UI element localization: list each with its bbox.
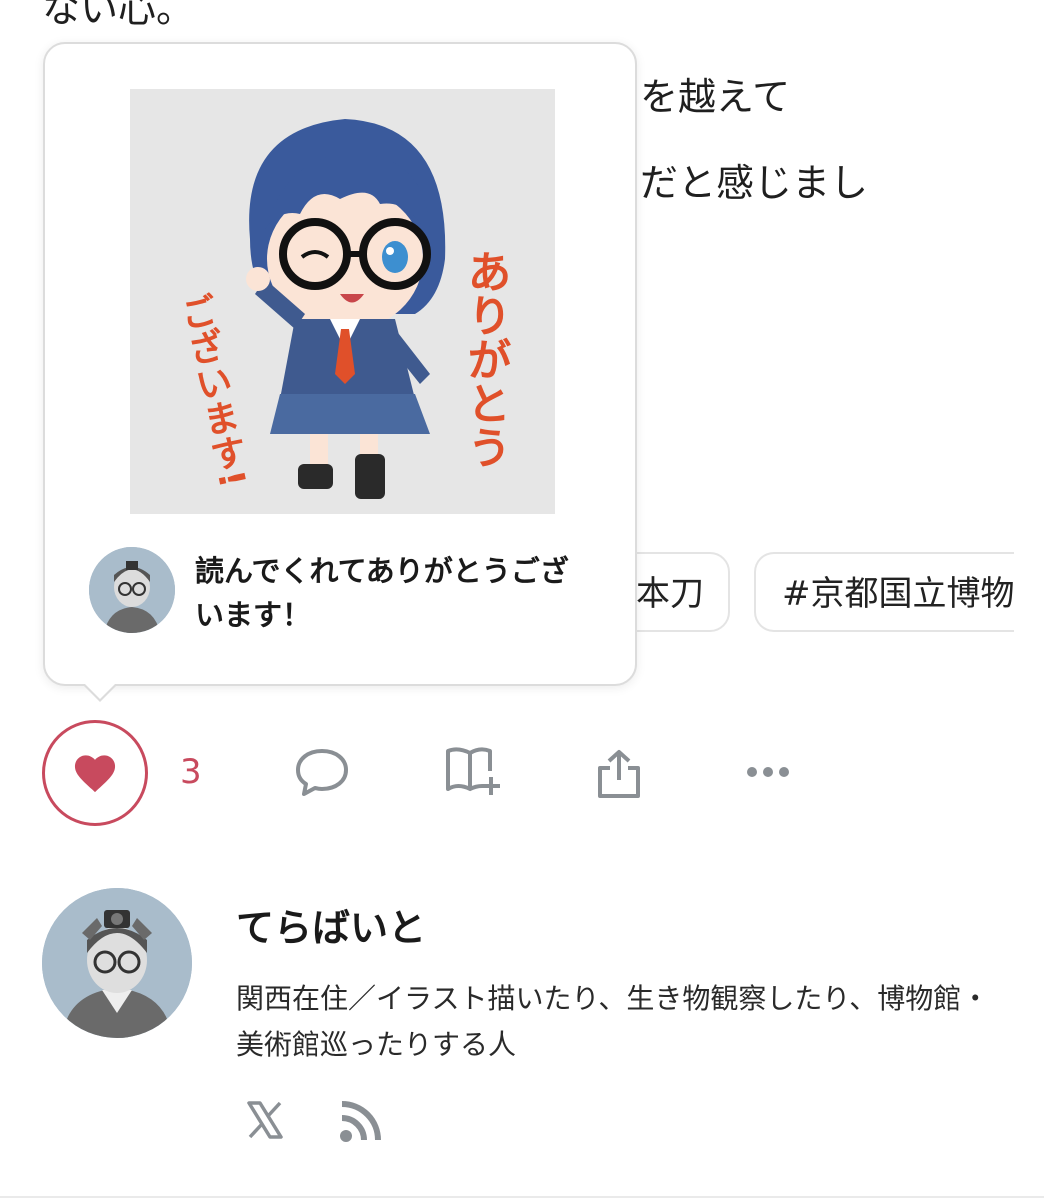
like-count: 3 (180, 752, 202, 792)
rss-icon (340, 1101, 381, 1142)
comment-button[interactable] (294, 745, 350, 803)
article-line-1: を越えて (640, 75, 791, 119)
book-plus-icon (446, 747, 500, 795)
popup-pointer-fill (84, 683, 116, 699)
author-bio: 関西在住／イラスト描いたり、生き物観察したり、博物館・美術館巡ったりする人 (236, 982, 990, 1061)
share-icon (598, 750, 640, 798)
author-name[interactable]: てらばいと (236, 897, 426, 952)
more-options-button[interactable] (744, 762, 792, 786)
tag-chip[interactable]: #京都国立博物 (754, 552, 1014, 632)
comment-icon (296, 749, 348, 796)
article-line-top: ない心。 (42, 0, 195, 31)
author-avatar[interactable] (42, 888, 192, 1038)
rss-link[interactable] (338, 1100, 382, 1148)
x-link[interactable] (246, 1100, 284, 1144)
thank-you-sticker-image: ありがとう ございます! (130, 89, 555, 514)
svg-text:ありがとう: ありがとう (460, 249, 511, 469)
popup-author-avatar (89, 547, 175, 633)
divider (0, 1196, 1044, 1198)
x-icon (247, 1101, 283, 1139)
like-button[interactable] (42, 720, 148, 826)
article-line-2: だと感じまし (640, 161, 869, 205)
thank-you-popup: ありがとう ございます! 読んでくれてありがとうございます！ (43, 42, 637, 686)
heart-icon (74, 755, 116, 793)
add-to-magazine-button[interactable] (444, 745, 504, 801)
more-icon (747, 767, 789, 777)
popup-message: 読んでくれてありがとうございます！ (195, 554, 569, 632)
share-button[interactable] (596, 748, 642, 804)
